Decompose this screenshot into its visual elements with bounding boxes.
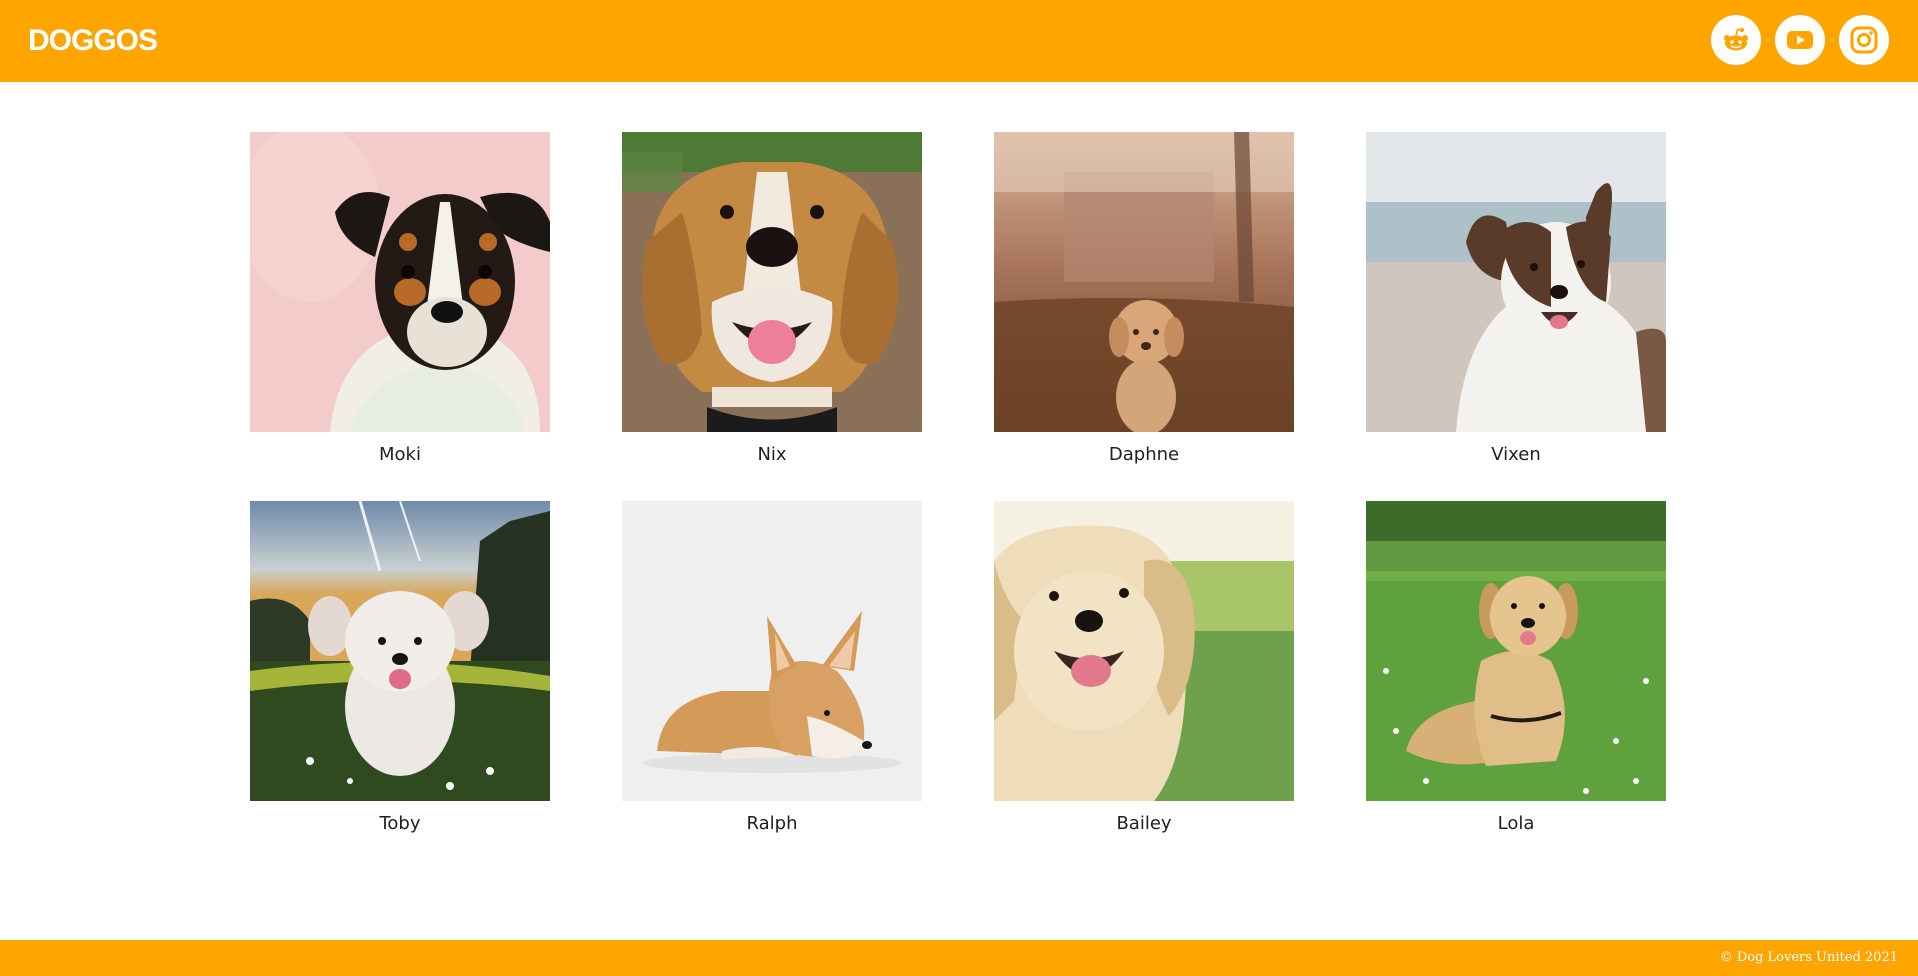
- site-header: DOGGOS: [0, 0, 1918, 82]
- instagram-icon: [1847, 23, 1881, 57]
- reddit-icon: [1719, 23, 1753, 57]
- dog-card[interactable]: Nix: [622, 132, 922, 466]
- dog-name: Bailey: [1116, 813, 1172, 834]
- dog-card[interactable]: Toby: [250, 501, 550, 835]
- dog-photo-nix: [622, 132, 922, 432]
- dog-card[interactable]: Ralph: [622, 501, 922, 835]
- dog-card[interactable]: Daphne: [994, 132, 1294, 466]
- dog-photo-ralph: [622, 501, 922, 801]
- dog-card[interactable]: Moki: [250, 132, 550, 466]
- copyright-text: © Dog Lovers United 2021: [1719, 950, 1898, 965]
- dog-gallery: Moki Nix Daphne Vixen Toby Ralph Bailey …: [250, 132, 1666, 835]
- dog-photo-bailey: [994, 501, 1294, 801]
- dog-photo-daphne: [994, 132, 1294, 432]
- dog-name: Vixen: [1491, 444, 1541, 465]
- youtube-link[interactable]: [1775, 15, 1825, 65]
- dog-name: Ralph: [746, 813, 798, 834]
- dog-name: Nix: [757, 444, 787, 465]
- dog-name: Toby: [379, 813, 421, 834]
- dog-card[interactable]: Lola: [1366, 501, 1666, 835]
- dog-photo-lola: [1366, 501, 1666, 801]
- dog-name: Moki: [379, 444, 421, 465]
- dog-card[interactable]: Vixen: [1366, 132, 1666, 466]
- instagram-link[interactable]: [1839, 15, 1889, 65]
- dog-photo-moki: [250, 132, 550, 432]
- site-logo[interactable]: DOGGOS: [28, 22, 158, 60]
- dog-photo-vixen: [1366, 132, 1666, 432]
- social-links: [1711, 15, 1889, 65]
- reddit-link[interactable]: [1711, 15, 1761, 65]
- dog-name: Lola: [1497, 813, 1535, 834]
- dog-card[interactable]: Bailey: [994, 501, 1294, 835]
- site-footer: © Dog Lovers United 2021: [0, 940, 1918, 976]
- dog-photo-toby: [250, 501, 550, 801]
- youtube-icon: [1783, 23, 1817, 57]
- dog-name: Daphne: [1108, 444, 1180, 465]
